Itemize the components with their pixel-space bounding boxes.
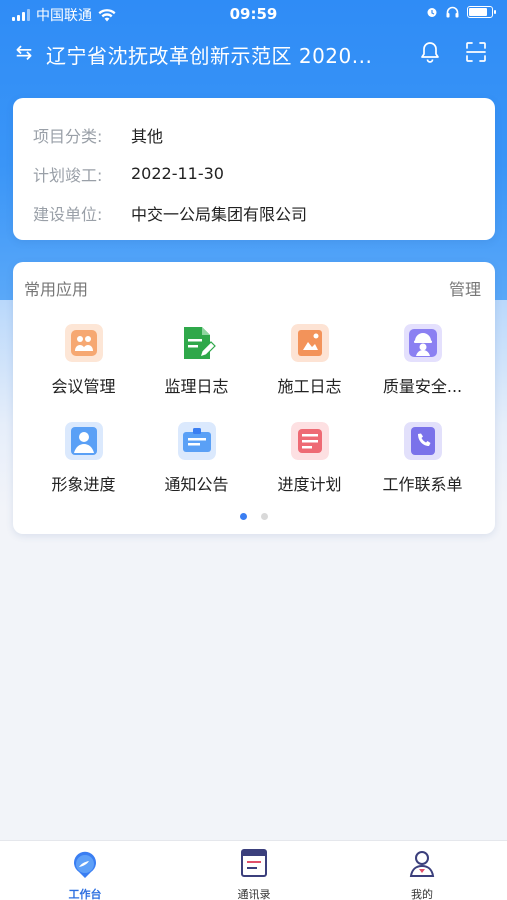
app-label: 进度计划 <box>277 475 342 494</box>
app-label: 施工日志 <box>277 377 342 396</box>
app-label: 形象进度 <box>51 475 116 494</box>
page-dot[interactable] <box>261 513 268 520</box>
status-bar: 中国联通 09:59 <box>0 0 507 28</box>
info-value: 2022-11-30 <box>131 164 224 183</box>
construction-log-icon <box>290 324 329 362</box>
switch-project-icon[interactable]: ⇆ <box>12 40 36 64</box>
info-value: 其他 <box>131 126 164 146</box>
manage-button[interactable]: 管理 <box>449 276 481 300</box>
app-contact-sheet[interactable]: 工作联系单 <box>366 422 479 520</box>
quality-safety-icon <box>403 324 442 362</box>
info-value: 中交一公局集团有限公司 <box>131 204 308 224</box>
apps-grid: 会议管理 监理日志 施工日志 质量安全... 形象进度 通知公告 进度计划 工作… <box>13 324 495 520</box>
app-image-progress[interactable]: 形象进度 <box>27 422 140 520</box>
info-row-completion: 计划竣工: 2022-11-30 <box>33 154 495 193</box>
scan-icon[interactable] <box>464 40 488 64</box>
tab-mine[interactable]: 我的 <box>382 847 462 900</box>
app-construction-log[interactable]: 施工日志 <box>253 324 366 422</box>
tab-label: 通讯录 <box>237 888 271 900</box>
meeting-icon <box>64 324 103 362</box>
app-label: 会议管理 <box>51 377 116 396</box>
contact-sheet-icon <box>403 422 442 460</box>
app-meeting[interactable]: 会议管理 <box>27 324 140 422</box>
app-quality-safety[interactable]: 质量安全... <box>366 324 479 422</box>
app-label: 质量安全... <box>382 377 463 396</box>
headphones-icon <box>446 6 459 18</box>
status-right <box>426 6 496 18</box>
profile-icon <box>409 851 435 877</box>
common-apps-card: 常用应用 管理 会议管理 监理日志 施工日志 质量安全... 形象进度 通知公告 <box>13 262 495 534</box>
info-key: 项目分类: <box>33 126 103 146</box>
tab-bar: 工作台 通讯录 我的 <box>0 840 507 900</box>
info-row-builder: 建设单位: 中交一公局集团有限公司 <box>33 193 495 232</box>
alarm-icon <box>427 8 437 17</box>
info-row-category: 项目分类: 其他 <box>33 115 495 154</box>
nav-bar: ⇆ 辽宁省沈抚改革创新示范区 2020... <box>0 28 507 78</box>
app-schedule-plan[interactable]: 进度计划 <box>253 422 366 520</box>
app-notice[interactable]: 通知公告 <box>140 422 253 520</box>
info-key: 建设单位: <box>33 204 103 224</box>
page-dot-active[interactable] <box>240 513 247 520</box>
tab-label: 我的 <box>411 888 433 900</box>
info-key: 计划竣工: <box>33 165 103 185</box>
tab-label: 工作台 <box>68 888 102 900</box>
contacts-icon <box>241 849 267 877</box>
page-indicator <box>13 513 495 520</box>
battery-icon <box>467 6 496 18</box>
app-label: 通知公告 <box>164 475 229 494</box>
schedule-plan-icon <box>290 422 329 460</box>
notice-icon <box>177 422 216 460</box>
bell-icon[interactable] <box>418 40 442 64</box>
supervision-log-icon <box>183 327 216 359</box>
tab-workbench[interactable]: 工作台 <box>45 847 125 900</box>
workbench-icon <box>74 851 96 878</box>
app-label: 监理日志 <box>164 377 229 396</box>
project-title[interactable]: 辽宁省沈抚改革创新示范区 2020... <box>46 40 376 69</box>
app-supervision-log[interactable]: 监理日志 <box>140 324 253 422</box>
app-label: 工作联系单 <box>382 475 463 494</box>
apps-section-title: 常用应用 <box>24 280 89 299</box>
tab-contacts[interactable]: 通讯录 <box>214 847 294 900</box>
image-progress-icon <box>64 422 103 460</box>
project-info-card: 项目分类: 其他 计划竣工: 2022-11-30 建设单位: 中交一公局集团有… <box>13 98 495 240</box>
